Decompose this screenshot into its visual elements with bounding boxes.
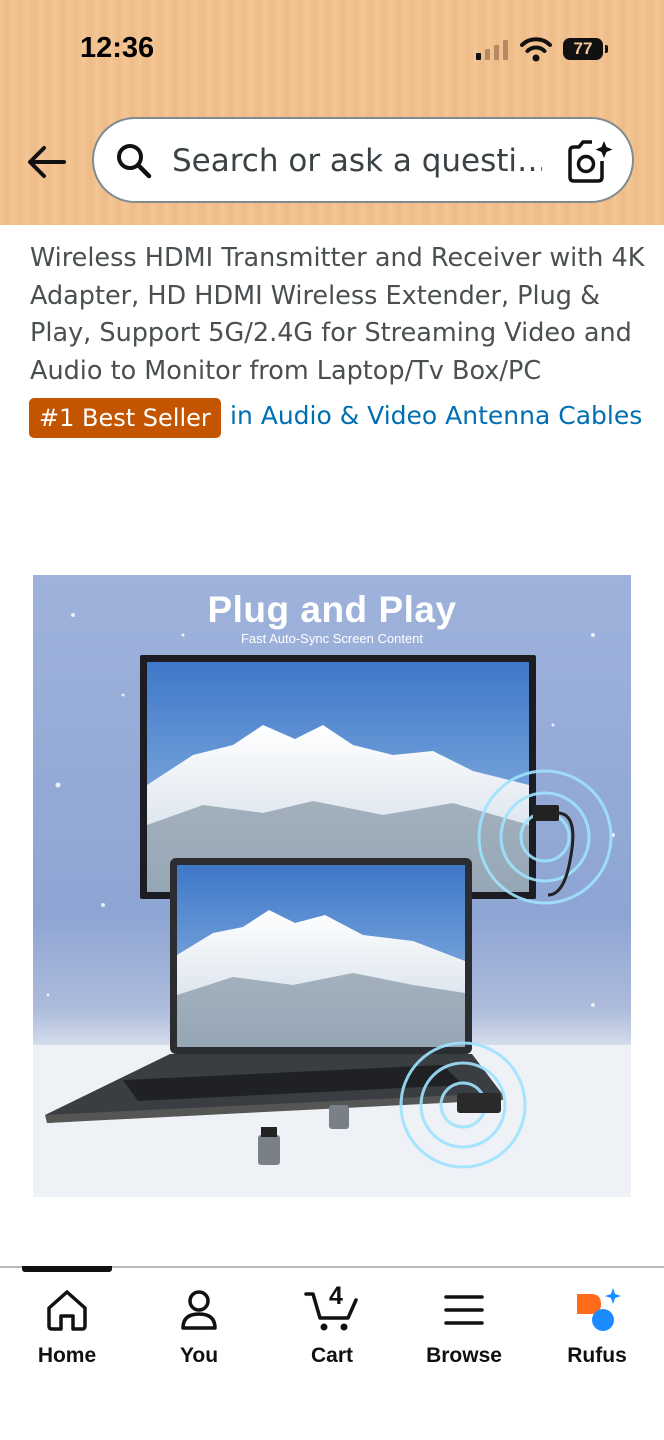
cart-count: 4 [329,1282,343,1310]
nav-cart-label: Cart [310,1344,353,1367]
nav-home[interactable]: Home [12,1286,122,1396]
nav-browse-label: Browse [426,1344,502,1367]
product-image[interactable]: Plug and Play Fast Auto-Sync Screen Cont… [33,575,631,1197]
nav-rufus-label: Rufus [567,1344,627,1367]
search-icon [117,144,152,179]
user-icon [181,1290,217,1330]
back-arrow-icon[interactable] [24,142,70,182]
camera-search-icon[interactable] [566,139,614,185]
bottom-nav: Home You 4 Cart Browse Rufus [0,1266,664,1440]
nav-browse[interactable]: Browse [409,1286,519,1396]
header: 12:36 77 Search or ask a questi… [0,0,664,225]
image-heading: Plug and Play [207,589,457,630]
status-time: 12:36 [80,32,155,64]
home-icon [47,1290,87,1331]
nav-home-label: Home [37,1344,97,1367]
product-title: Wireless HDMI Transmitter and Receiver w… [30,243,645,386]
wifi-icon [520,37,552,62]
menu-icon [444,1295,484,1325]
nav-you[interactable]: You [144,1286,254,1396]
active-tab-indicator [22,1266,112,1272]
cellular-signal-icon [476,40,508,60]
search-bar[interactable]: Search or ask a questi… [92,117,634,203]
best-seller-badge: #1 Best Seller [29,398,221,438]
battery-indicator: 77 [563,38,608,60]
rufus-icon [577,1288,621,1331]
image-subheading: Fast Auto-Sync Screen Content [240,631,424,646]
nav-cart[interactable]: 4 Cart [277,1282,387,1396]
category-link[interactable]: in Audio & Video Antenna Cables [230,401,642,430]
nav-you-label: You [179,1344,219,1367]
search-input[interactable]: Search or ask a questi… [172,143,542,179]
product-illustration [33,603,631,1197]
nav-rufus[interactable]: Rufus [542,1286,652,1396]
